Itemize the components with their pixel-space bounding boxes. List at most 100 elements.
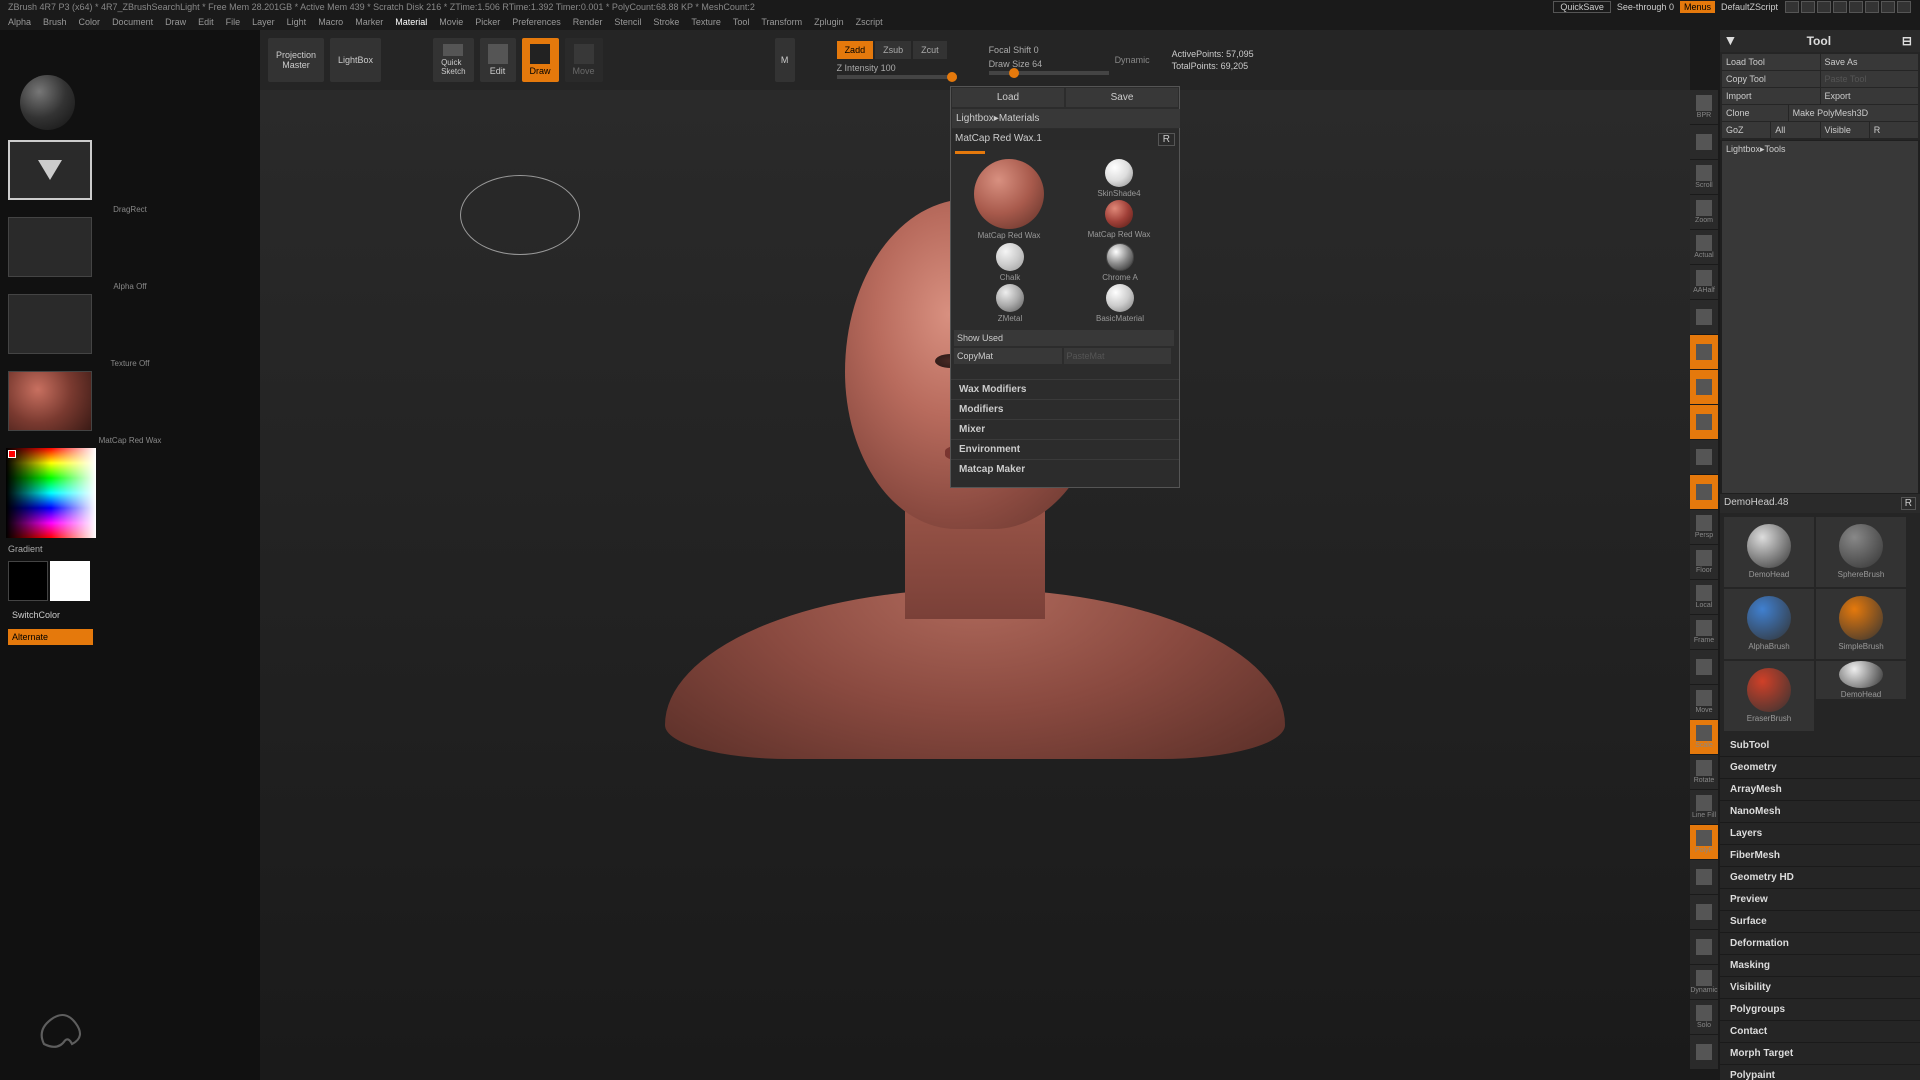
menus-button[interactable]: Menus: [1680, 1, 1715, 13]
quicksketch-button[interactable]: Quick Sketch: [433, 38, 473, 82]
mat-save-button[interactable]: Save: [1066, 88, 1178, 107]
mat-swatch-zmetal[interactable]: ZMetal: [955, 284, 1065, 323]
quicksave-button[interactable]: QuickSave: [1553, 1, 1611, 13]
stroke-dragrect[interactable]: [8, 140, 92, 200]
drawsize-slider[interactable]: [989, 71, 1109, 75]
accordion-masking[interactable]: Masking: [1720, 955, 1920, 977]
lightbox-button[interactable]: LightBox: [330, 38, 381, 82]
tool-alphabrush[interactable]: AlphaBrush: [1724, 589, 1814, 659]
mini-btn9[interactable]: [1690, 405, 1718, 439]
mini-polyf[interactable]: PolyF: [1690, 825, 1718, 859]
draw-button[interactable]: Draw: [522, 38, 559, 82]
mini-btn8[interactable]: [1690, 370, 1718, 404]
load-tool-button[interactable]: Load Tool: [1722, 54, 1820, 70]
default-zscript[interactable]: DefaultZScript: [1715, 1, 1784, 13]
mat-section-matcap-maker[interactable]: Matcap Maker: [951, 459, 1179, 479]
mini-btn6[interactable]: [1690, 300, 1718, 334]
mini-bpr[interactable]: BPR: [1690, 90, 1718, 124]
brush-thumb[interactable]: [12, 67, 82, 137]
accordion-geometry-hd[interactable]: Geometry HD: [1720, 867, 1920, 889]
menu-light[interactable]: Light: [287, 17, 307, 27]
close-icon[interactable]: [1897, 1, 1911, 13]
accordion-geometry[interactable]: Geometry: [1720, 757, 1920, 779]
accordion-nanomesh[interactable]: NanoMesh: [1720, 801, 1920, 823]
accordion-surface[interactable]: Surface: [1720, 911, 1920, 933]
menu-tool[interactable]: Tool: [733, 17, 750, 27]
window-icon-1[interactable]: [1785, 1, 1799, 13]
mini-btn22[interactable]: [1690, 860, 1718, 894]
mat-section-mixer[interactable]: Mixer: [951, 419, 1179, 439]
zintensity-slider[interactable]: [837, 75, 957, 79]
menu-render[interactable]: Render: [573, 17, 603, 27]
accordion-layers[interactable]: Layers: [1720, 823, 1920, 845]
tool-name-field[interactable]: DemoHead.48 R: [1720, 494, 1920, 513]
mat-section-wax-modifiers[interactable]: Wax Modifiers: [951, 379, 1179, 399]
mat-swatch-redwax2[interactable]: MatCap Red Wax: [1065, 200, 1173, 239]
texture-thumb[interactable]: [8, 294, 92, 354]
save-as-button[interactable]: Save As: [1821, 54, 1919, 70]
tool-r-button[interactable]: R: [1901, 497, 1916, 510]
mini-move[interactable]: Move: [1690, 685, 1718, 719]
menu-marker[interactable]: Marker: [355, 17, 383, 27]
tool-spherebrush[interactable]: SphereBrush: [1816, 517, 1906, 587]
mini-scale[interactable]: Scale: [1690, 720, 1718, 754]
mat-swatch-basic[interactable]: BasicMaterial: [1065, 284, 1175, 323]
mini-frame[interactable]: Frame: [1690, 615, 1718, 649]
goz-all-button[interactable]: All: [1771, 122, 1819, 138]
mini-btn11[interactable]: [1690, 475, 1718, 509]
material-name-field[interactable]: MatCap Red Wax.1 R: [951, 129, 1179, 150]
menu-picker[interactable]: Picker: [475, 17, 500, 27]
accordion-visibility[interactable]: Visibility: [1720, 977, 1920, 999]
mini-persp[interactable]: Persp: [1690, 510, 1718, 544]
tool-eraserbrush[interactable]: EraserBrush: [1724, 661, 1814, 731]
material-thumb[interactable]: [8, 371, 92, 431]
mat-section-environment[interactable]: Environment: [951, 439, 1179, 459]
make-polymesh-button[interactable]: Make PolyMesh3D: [1789, 105, 1918, 121]
mini-dynamic[interactable]: Dynamic: [1690, 965, 1718, 999]
tool-simplebrush[interactable]: SimpleBrush: [1816, 589, 1906, 659]
mini-zoom[interactable]: Zoom: [1690, 195, 1718, 229]
copymat-button[interactable]: CopyMat: [954, 348, 1062, 364]
pastemat-button[interactable]: PasteMat: [1064, 348, 1172, 364]
tool-demohead[interactable]: DemoHead: [1724, 517, 1814, 587]
accordion-preview[interactable]: Preview: [1720, 889, 1920, 911]
mini-rotate[interactable]: Rotate: [1690, 755, 1718, 789]
mini-btn27[interactable]: [1690, 1035, 1718, 1069]
menu-texture[interactable]: Texture: [691, 17, 721, 27]
menu-material[interactable]: Material: [395, 17, 427, 27]
mini-btn23[interactable]: [1690, 895, 1718, 929]
menu-movie[interactable]: Movie: [439, 17, 463, 27]
mrgb-button[interactable]: M: [775, 38, 795, 82]
dynamic-label[interactable]: Dynamic: [1115, 55, 1150, 65]
menu-transform[interactable]: Transform: [761, 17, 802, 27]
paste-tool-button[interactable]: Paste Tool: [1821, 71, 1919, 87]
import-button[interactable]: Import: [1722, 88, 1820, 104]
mat-load-button[interactable]: Load: [952, 88, 1064, 107]
menu-draw[interactable]: Draw: [165, 17, 186, 27]
move-button[interactable]: Move: [565, 38, 603, 82]
menu-stroke[interactable]: Stroke: [653, 17, 679, 27]
menu-edit[interactable]: Edit: [198, 17, 214, 27]
clone-button[interactable]: Clone: [1722, 105, 1788, 121]
mat-section-modifiers[interactable]: Modifiers: [951, 399, 1179, 419]
switchcolor-button[interactable]: SwitchColor: [8, 607, 256, 623]
mini-solo[interactable]: Solo: [1690, 1000, 1718, 1034]
menu-file[interactable]: File: [226, 17, 241, 27]
gradient-label[interactable]: Gradient: [8, 544, 256, 554]
showused-button[interactable]: Show Used: [954, 330, 1174, 346]
accordion-arraymesh[interactable]: ArrayMesh: [1720, 779, 1920, 801]
projection-master-button[interactable]: Projection Master: [268, 38, 324, 82]
goz-visible-button[interactable]: Visible: [1821, 122, 1869, 138]
secondary-color-swatch[interactable]: [8, 561, 48, 601]
menu-document[interactable]: Document: [112, 17, 153, 27]
mat-swatch-skinshade[interactable]: SkinShade4: [1065, 159, 1173, 198]
minimize-icon[interactable]: [1865, 1, 1879, 13]
mini-local[interactable]: Local: [1690, 580, 1718, 614]
zsub-button[interactable]: Zsub: [875, 41, 911, 59]
mat-swatch-chrome[interactable]: Chrome A: [1065, 243, 1175, 282]
menu-macro[interactable]: Macro: [318, 17, 343, 27]
maximize-icon[interactable]: [1881, 1, 1895, 13]
mini-btn16[interactable]: [1690, 650, 1718, 684]
mat-swatch-chalk[interactable]: Chalk: [955, 243, 1065, 282]
accordion-polygroups[interactable]: Polygroups: [1720, 999, 1920, 1021]
